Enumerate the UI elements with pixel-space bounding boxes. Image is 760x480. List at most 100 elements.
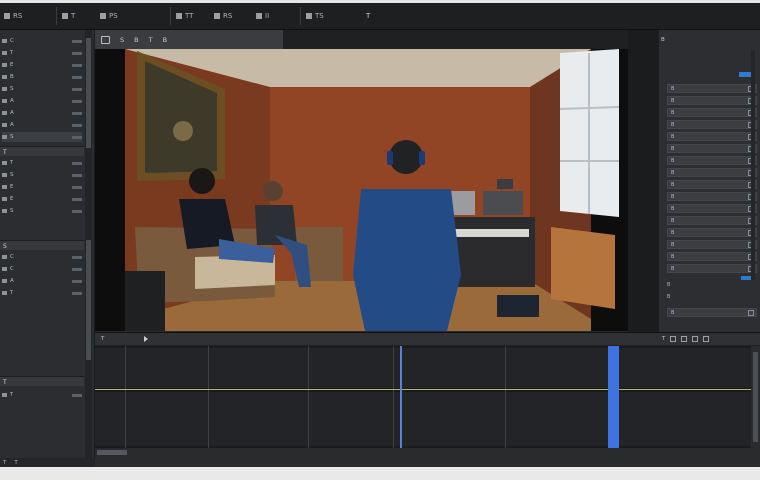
menu-icon: [4, 13, 10, 19]
menu-item-7[interactable]: TS: [306, 3, 324, 29]
left-item-13[interactable]: E: [2, 194, 82, 204]
property-row-12[interactable]: B: [667, 216, 757, 225]
left-panel: C T E B S A A A S T T S E E S S C C A T …: [0, 30, 95, 467]
property-row-8[interactable]: B: [667, 168, 757, 177]
menu-item-6[interactable]: II: [256, 3, 269, 29]
menu-item-3[interactable]: PS: [100, 3, 118, 29]
menu-separator: [300, 7, 301, 25]
property-row-3[interactable]: B: [667, 108, 757, 117]
left-item-6[interactable]: A: [2, 96, 82, 106]
tool-icon[interactable]: [670, 336, 677, 342]
person-standing: [389, 140, 423, 174]
left-section-1[interactable]: T: [0, 146, 84, 156]
person-seated-2: [263, 181, 283, 201]
menu-icon: [256, 13, 262, 19]
menu-separator: [56, 7, 57, 25]
property-row-9[interactable]: B: [667, 180, 757, 189]
item-icon: [2, 185, 7, 189]
left-item-4[interactable]: B: [2, 72, 82, 82]
item-icon: [2, 99, 7, 103]
left-item-17[interactable]: A: [2, 276, 82, 286]
property-row-15[interactable]: B: [667, 252, 757, 261]
item-icon: [2, 267, 7, 271]
timeline-tracks[interactable]: [95, 346, 751, 448]
scroll-thumb[interactable]: [753, 352, 758, 442]
play-icon[interactable]: [144, 336, 149, 342]
right-scrollbar[interactable]: [751, 50, 755, 280]
left-section-2[interactable]: S: [0, 240, 84, 250]
menu-icon: [176, 13, 182, 19]
menu-item-2[interactable]: T: [62, 3, 75, 29]
left-item-10[interactable]: T: [2, 158, 82, 168]
tool-icon[interactable]: [692, 336, 699, 342]
viewer-button-3[interactable]: T: [149, 36, 153, 44]
playhead[interactable]: [400, 346, 402, 448]
speaker: [125, 271, 165, 331]
scroll-thumb[interactable]: [86, 240, 91, 360]
item-icon: [2, 51, 7, 55]
timeline-header: T T: [95, 333, 760, 345]
left-item-18[interactable]: T: [2, 288, 82, 298]
property-row-6[interactable]: B: [667, 144, 757, 153]
viewer-toolbar-spacer: [283, 30, 628, 49]
property-row-13[interactable]: B: [667, 228, 757, 237]
timeline-hscroll[interactable]: [95, 448, 760, 457]
property-row-14[interactable]: B: [667, 240, 757, 249]
item-icon: [2, 39, 7, 43]
property-row-1[interactable]: B: [667, 84, 757, 93]
menu-item-4[interactable]: TT: [176, 3, 193, 29]
viewer-toolbar: S B T B: [95, 30, 283, 49]
viewer-button-1[interactable]: S: [120, 36, 124, 44]
left-item-2[interactable]: T: [2, 48, 82, 58]
left-item-16[interactable]: C: [2, 264, 82, 274]
left-scrollbar[interactable]: [85, 30, 92, 467]
left-item-8[interactable]: A: [2, 120, 82, 130]
app-window: RS T PS TT RS II TS T C T E B S A A A S …: [0, 3, 760, 467]
clip-marker[interactable]: [608, 346, 619, 448]
person-seated-1: [189, 168, 215, 194]
video-track[interactable]: [95, 348, 751, 388]
property-row-7[interactable]: B: [667, 156, 757, 165]
menu-icon: [62, 13, 68, 19]
item-icon: [2, 135, 7, 139]
tool-icon[interactable]: [681, 336, 688, 342]
amplifier: [483, 191, 523, 215]
property-row-4[interactable]: B: [667, 120, 757, 129]
scroll-thumb[interactable]: [86, 38, 91, 148]
property-row-16[interactable]: B: [667, 264, 757, 273]
item-icon: [2, 123, 7, 127]
property-row-10[interactable]: B: [667, 192, 757, 201]
left-item-15[interactable]: C: [2, 252, 82, 262]
scene-image: [125, 49, 620, 331]
left-item-9[interactable]: S: [2, 132, 82, 142]
viewer-button-2[interactable]: B: [134, 36, 138, 44]
timeline-panel: T T: [95, 332, 760, 457]
left-item-14[interactable]: S: [2, 206, 82, 216]
left-section-3[interactable]: T: [0, 376, 84, 386]
left-item-19[interactable]: T: [2, 390, 82, 400]
left-item-7[interactable]: A: [2, 108, 82, 118]
property-row-11[interactable]: B: [667, 204, 757, 213]
left-item-12[interactable]: E: [2, 182, 82, 192]
audio-track[interactable]: [95, 392, 751, 446]
menu-item-5[interactable]: RS: [214, 3, 232, 29]
tool-icon[interactable]: [703, 336, 710, 342]
scroll-thumb[interactable]: [97, 450, 127, 455]
left-item-1[interactable]: C: [2, 36, 82, 46]
item-icon: [2, 279, 7, 283]
property-row-17[interactable]: B: [667, 308, 757, 317]
left-item-3[interactable]: E: [2, 60, 82, 70]
item-icon: [2, 161, 7, 165]
frame-icon[interactable]: [101, 35, 110, 44]
right-panel: B B B B B B B B B B B B B B B B B B B B: [628, 30, 760, 332]
menu-item-1[interactable]: RS: [4, 3, 22, 29]
property-row-5[interactable]: B: [667, 132, 757, 141]
timeline-vscroll[interactable]: [751, 346, 760, 448]
desktop-strip: [0, 467, 760, 480]
video-viewer[interactable]: [95, 49, 628, 331]
item-icon: [2, 75, 7, 79]
property-row-2[interactable]: B: [667, 96, 757, 105]
left-item-11[interactable]: S: [2, 170, 82, 180]
left-item-5[interactable]: S: [2, 84, 82, 94]
viewer-button-4[interactable]: B: [163, 36, 167, 44]
